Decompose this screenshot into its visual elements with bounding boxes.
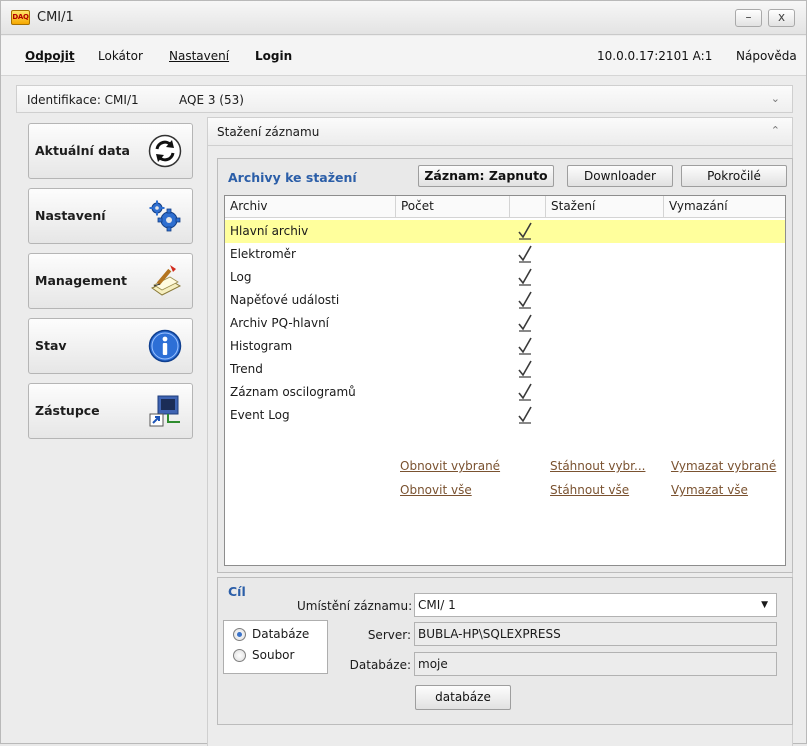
database-radio-label[interactable]: Databáze — [252, 627, 309, 641]
identification-label: Identifikace: CMI/1 — [27, 93, 139, 107]
nav-label: Management — [35, 273, 128, 288]
nav-label: Aktuální data — [35, 143, 130, 158]
nav-settings-button[interactable]: Nastavení — [28, 188, 193, 244]
menu-help[interactable]: Nápověda — [736, 49, 797, 63]
database-button[interactable]: databáze — [415, 685, 511, 710]
nav-label: Stav — [35, 338, 67, 353]
column-header-download[interactable]: Stažení — [546, 196, 664, 218]
column-header-archive[interactable]: Archiv — [225, 196, 396, 218]
menu-login[interactable]: Login — [255, 49, 292, 63]
checkmark-icon[interactable] — [518, 337, 532, 355]
checkmark-icon[interactable] — [518, 245, 532, 263]
menu-settings-label: Nastavení — [169, 49, 230, 63]
close-button[interactable]: x — [768, 9, 795, 27]
record-toggle-button[interactable]: Záznam: Zapnuto — [418, 165, 554, 187]
refresh-all-link[interactable]: Obnovit vše — [400, 483, 472, 497]
panel-title: Stažení záznamu — [217, 125, 320, 139]
nav-label: Zástupce — [35, 403, 100, 418]
downloader-button[interactable]: Downloader — [567, 165, 673, 187]
menu-settings[interactable]: Nastavení — [169, 49, 229, 63]
archive-name-cell: Histogram — [230, 339, 293, 353]
nav-label: Nastavení — [35, 208, 106, 223]
refresh-selected-link[interactable]: Obnovit vybrané — [400, 459, 500, 473]
database-value: moje — [418, 657, 448, 671]
menu-locator[interactable]: Lokátor — [98, 49, 143, 63]
archive-name-cell: Elektroměr — [230, 247, 296, 261]
download-selected-link[interactable]: Stáhnout vybr... — [550, 459, 645, 473]
archive-name-cell: Napěťové události — [230, 293, 340, 307]
info-icon — [148, 329, 182, 363]
server-value: BUBLA-HP\SQLEXPRESS — [418, 627, 561, 641]
connection-status: 10.0.0.17:2101 A:1 — [597, 49, 713, 63]
file-radio-label[interactable]: Soubor — [252, 648, 294, 662]
minimize-button[interactable]: – — [735, 9, 762, 27]
table-row[interactable]: Archiv PQ-hlavní — [225, 312, 785, 335]
checkmark-icon[interactable] — [518, 360, 532, 378]
device-model: AQE 3 (53) — [179, 93, 244, 107]
database-field[interactable]: moje — [414, 652, 777, 676]
management-icon — [150, 265, 182, 296]
shortcut-icon — [149, 395, 180, 427]
database-label: Databáze: — [349, 658, 411, 672]
archive-name-cell: Log — [230, 270, 252, 284]
checkmark-icon[interactable] — [518, 222, 532, 240]
location-select[interactable]: CMI/ 1 ▼ — [414, 593, 777, 617]
app-window: DAQ CMI/1 – x Odpojit Lokátor Nastavení … — [0, 0, 807, 746]
archive-name-cell: Archiv PQ-hlavní — [230, 316, 330, 330]
table-row[interactable]: Elektroměr — [225, 243, 785, 266]
table-row[interactable]: Záznam oscilogramů — [225, 381, 785, 404]
table-row[interactable]: Event Log — [225, 404, 785, 427]
file-radio[interactable] — [233, 649, 246, 662]
menu-bar: Odpojit Lokátor Nastavení Login 10.0.0.1… — [1, 36, 806, 76]
title-bar: DAQ CMI/1 – x — [1, 1, 806, 35]
checkmark-icon[interactable] — [518, 406, 532, 424]
archives-title: Archivy ke stažení — [228, 170, 357, 185]
delete-all-link[interactable]: Vymazat vše — [671, 483, 748, 497]
location-value: CMI/ 1 — [418, 598, 456, 612]
dropdown-arrow-icon[interactable]: ▼ — [761, 594, 768, 616]
chevron-up-icon[interactable]: ⌃ — [771, 124, 780, 137]
archive-name-cell: Hlavní archiv — [230, 224, 309, 238]
table-row[interactable]: Hlavní archiv — [225, 220, 785, 243]
advanced-button[interactable]: Pokročilé — [681, 165, 787, 187]
table-row[interactable]: Log — [225, 266, 785, 289]
refresh-icon — [148, 134, 182, 168]
chevron-down-icon[interactable]: ⌄ — [771, 92, 780, 105]
table-row[interactable]: Histogram — [225, 335, 785, 358]
identification-bar[interactable]: Identifikace: CMI/1 AQE 3 (53) ⌄ — [16, 85, 793, 113]
delete-selected-link[interactable]: Vymazat vybrané — [671, 459, 776, 473]
checkmark-icon[interactable] — [518, 291, 532, 309]
column-header-count[interactable]: Počet — [396, 196, 510, 218]
target-type-radio-group: Databáze Soubor — [223, 620, 328, 674]
window-title: CMI/1 — [37, 10, 74, 25]
column-header-delete[interactable]: Vymazání — [664, 196, 785, 218]
gears-icon — [149, 200, 181, 232]
checkmark-icon[interactable] — [518, 268, 532, 286]
column-header-check[interactable] — [510, 196, 546, 218]
table-row[interactable]: Trend — [225, 358, 785, 381]
checkmark-icon[interactable] — [518, 314, 532, 332]
download-all-link[interactable]: Stáhnout vše — [550, 483, 629, 497]
nav-status-button[interactable]: Stav — [28, 318, 193, 374]
nav-current-data-button[interactable]: Aktuální data — [28, 123, 193, 179]
table-row[interactable]: Napěťové události — [225, 289, 785, 312]
archives-table: Archiv Počet Stažení Vymazání Hlavní arc… — [224, 195, 786, 566]
nav-management-button[interactable]: Management — [28, 253, 193, 309]
database-radio[interactable] — [233, 628, 246, 641]
download-record-header[interactable]: Stažení záznamu ⌃ — [207, 117, 793, 146]
target-title: Cíl — [228, 584, 246, 599]
daq-app-icon: DAQ — [11, 10, 30, 25]
archive-name-cell: Event Log — [230, 408, 290, 422]
location-label: Umístění záznamu: — [297, 599, 413, 613]
menu-disconnect-label: Odpojit — [25, 49, 75, 63]
server-field[interactable]: BUBLA-HP\SQLEXPRESS — [414, 622, 777, 646]
menu-disconnect[interactable]: Odpojit — [25, 49, 75, 63]
server-label: Server: — [367, 628, 411, 642]
nav-shortcut-button[interactable]: Zástupce — [28, 383, 193, 439]
checkmark-icon[interactable] — [518, 383, 532, 401]
archive-name-cell: Trend — [230, 362, 263, 376]
archive-name-cell: Záznam oscilogramů — [230, 385, 356, 399]
